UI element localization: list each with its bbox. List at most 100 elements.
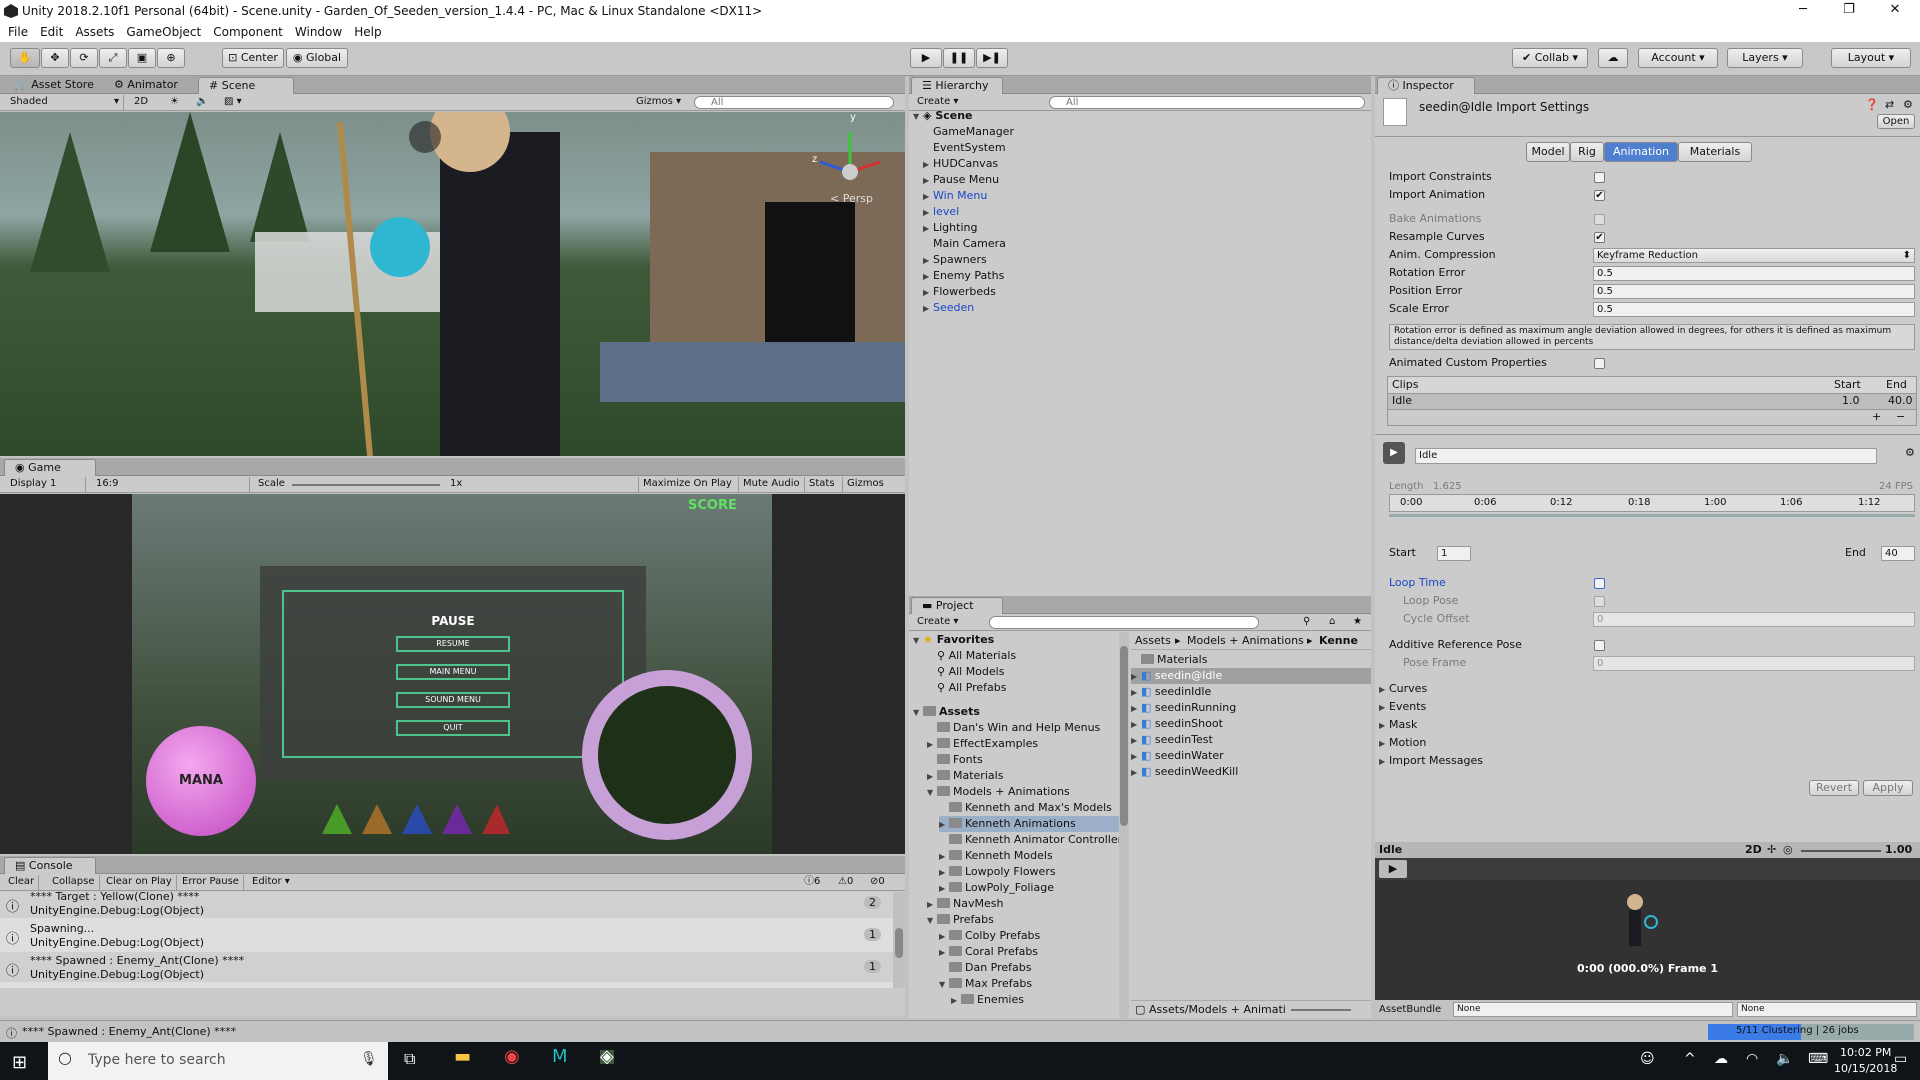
menu-assets[interactable]: Assets <box>75 25 114 39</box>
tab-animator[interactable]: ⚙ Animator <box>104 77 188 94</box>
speed-icon[interactable]: ◎ <box>1783 843 1793 857</box>
menu-help[interactable]: Help <box>354 25 381 39</box>
project-folder-item[interactable]: ▶ Lowpoly Flowers <box>939 864 1056 880</box>
project-folder-item[interactable]: Kenneth and Max's Models <box>939 800 1112 816</box>
tab-game[interactable]: ◉ Game <box>4 459 96 476</box>
tab-materials[interactable]: Materials <box>1678 142 1752 162</box>
project-file-item[interactable]: Materials <box>1131 652 1371 668</box>
expand-arrow-icon[interactable]: ▶ <box>927 897 937 913</box>
expand-arrow-icon[interactable]: ▶ <box>939 817 949 833</box>
project-folder-item[interactable]: ▼ Prefabs <box>927 912 994 928</box>
hierarchy-search-input[interactable]: All <box>1049 96 1365 109</box>
hierarchy-item[interactable]: ▶ Pause Menu <box>923 172 999 188</box>
tab-rig[interactable]: Rig <box>1570 142 1604 162</box>
favorites-section[interactable]: ▼ ★ Favorites <box>913 632 994 648</box>
help-icon[interactable]: ❓ <box>1865 98 1879 112</box>
keyboard-icon[interactable]: ⌨ <box>1808 1052 1828 1066</box>
hierarchy-item[interactable]: ▶ Seeden <box>923 300 974 316</box>
expand-arrow-icon[interactable]: ▶ <box>939 881 949 897</box>
aspect-dropdown[interactable]: 16:9 <box>92 477 250 492</box>
revert-button[interactable]: Revert <box>1809 780 1859 796</box>
maximize-button[interactable]: ❐ <box>1826 0 1872 22</box>
project-folder-item[interactable]: ▶ Coral Prefabs <box>939 944 1038 960</box>
hierarchy-item[interactable]: ▶ Flowerbeds <box>923 284 996 300</box>
app-m-icon[interactable]: M <box>552 1048 568 1066</box>
cloud-button[interactable]: ☁ <box>1598 48 1628 68</box>
main-menu-button[interactable]: MAIN MENU <box>396 664 510 680</box>
favorite-item[interactable]: ⚲ All Models <box>937 664 1004 680</box>
loop-time-checkbox[interactable] <box>1594 578 1605 589</box>
expand-arrow-icon[interactable]: ▶ <box>1131 765 1141 781</box>
anim-compression-dropdown[interactable]: Keyframe Reduction ⬍ <box>1593 248 1915 263</box>
unity-taskbar-icon[interactable]: ◈ <box>600 1048 614 1066</box>
tab-project[interactable]: ▬ Project <box>911 597 1003 614</box>
hierarchy-item[interactable]: EventSystem <box>923 140 1006 156</box>
file-explorer-icon[interactable]: ▬ <box>454 1048 471 1066</box>
scene-search-input[interactable]: All <box>694 96 894 109</box>
sound-menu-button[interactable]: SOUND MENU <box>396 692 510 708</box>
clock-time[interactable]: 10:02 PM <box>1840 1046 1891 1060</box>
expand-arrow-icon[interactable]: ▶ <box>1131 685 1141 701</box>
start-input[interactable]: 1 <box>1437 546 1471 561</box>
mute-audio-toggle[interactable]: Mute Audio <box>738 477 804 492</box>
expand-arrow-icon[interactable]: ▶ <box>1131 669 1141 685</box>
people-icon[interactable]: ☺ <box>1640 1052 1655 1066</box>
expand-arrow-icon[interactable]: ▶ <box>923 205 933 221</box>
menu-edit[interactable]: Edit <box>40 25 63 39</box>
hierarchy-item[interactable]: GameManager <box>923 124 1014 140</box>
project-file-item[interactable]: ▶ ◧ seedinWeedKill <box>1131 764 1371 780</box>
pivot-icon[interactable]: ✢ <box>1767 843 1776 857</box>
pause-button[interactable]: ❚❚ <box>943 48 975 68</box>
project-folder-item[interactable]: ▶ LowPoly_Foliage <box>939 880 1054 896</box>
preview-2d-toggle[interactable]: 2D <box>1745 843 1762 857</box>
pivot-center-button[interactable]: ⊡ Center <box>222 48 284 68</box>
menu-window[interactable]: Window <box>295 25 342 39</box>
scrollbar-thumb[interactable] <box>895 928 903 958</box>
preset-icon[interactable]: ⇄ <box>1885 98 1894 112</box>
tab-hierarchy[interactable]: ☰ Hierarchy <box>911 77 1003 94</box>
expand-arrow-icon[interactable]: ▶ <box>1131 717 1141 733</box>
windows-start-icon[interactable]: ⊞ <box>12 1052 27 1073</box>
play-button[interactable]: ▶ <box>910 48 942 68</box>
project-folder-item[interactable]: ▶ Kenneth Animations <box>939 816 1119 832</box>
collapse-toggle[interactable]: Collapse <box>48 875 100 890</box>
taskbar-search[interactable]: ○ Type here to search 🎙 <box>48 1042 388 1080</box>
expand-arrow-icon[interactable]: ▶ <box>923 285 933 301</box>
project-folder-item[interactable]: Kenneth Animator Controllers <box>939 832 1119 848</box>
breadcrumb-item[interactable]: Models + Animations <box>1187 634 1304 648</box>
expand-arrow-icon[interactable]: ▼ <box>939 977 949 993</box>
project-folder-item[interactable]: Dan Prefabs <box>939 960 1032 976</box>
expand-arrow-icon[interactable]: ▶ <box>1131 701 1141 717</box>
tab-console[interactable]: ▤ Console <box>4 857 96 874</box>
clear-button[interactable]: Clear <box>4 875 40 890</box>
expand-arrow-icon[interactable]: ▶ <box>923 173 933 189</box>
move-tool-button[interactable]: ✥ <box>41 48 69 68</box>
project-search-input[interactable] <box>989 616 1259 629</box>
expand-arrow-icon[interactable]: ▶ <box>1131 749 1141 765</box>
foldout-import-messages[interactable]: ▶ Import Messages <box>1379 754 1483 769</box>
foldout-mask[interactable]: ▶ Mask <box>1379 718 1417 733</box>
expand-arrow-icon[interactable]: ▶ <box>1131 733 1141 749</box>
scale-error-input[interactable]: 0.5 <box>1593 302 1915 317</box>
import-animation-checkbox[interactable]: ✔ <box>1594 190 1605 201</box>
remove-clip-button[interactable]: − <box>1896 410 1905 424</box>
preview-play-button[interactable]: ▶ <box>1379 860 1407 878</box>
clip-name-input[interactable]: Idle <box>1415 448 1877 464</box>
wifi-icon[interactable]: ◠ <box>1746 1052 1758 1066</box>
star-icon[interactable]: ★ <box>1349 615 1366 630</box>
additive-pose-checkbox[interactable] <box>1594 640 1605 651</box>
expand-arrow-icon[interactable]: ▶ <box>923 157 933 173</box>
project-folder-item[interactable]: ▶ Colby Prefabs <box>939 928 1040 944</box>
favorite-item[interactable]: ⚲ All Materials <box>937 648 1016 664</box>
taskbar-search-input[interactable]: Type here to search <box>88 1053 226 1067</box>
clip-play-icon[interactable]: ▶ <box>1383 442 1405 464</box>
game-gizmos-dropdown[interactable]: Gizmos <box>842 477 888 492</box>
hierarchy-item[interactable]: Main Camera <box>923 236 1006 252</box>
expand-arrow-icon[interactable]: ▼ <box>927 785 937 801</box>
project-folder-item[interactable]: ▶ EffectExamples <box>927 736 1038 752</box>
end-input[interactable]: 40 <box>1881 546 1915 561</box>
task-view-icon[interactable]: ⧉ <box>404 1051 415 1067</box>
tree-scrollbar[interactable] <box>1119 632 1129 1018</box>
expand-arrow-icon[interactable]: ▶ <box>923 221 933 237</box>
hierarchy-item[interactable]: ▶ Enemy Paths <box>923 268 1004 284</box>
